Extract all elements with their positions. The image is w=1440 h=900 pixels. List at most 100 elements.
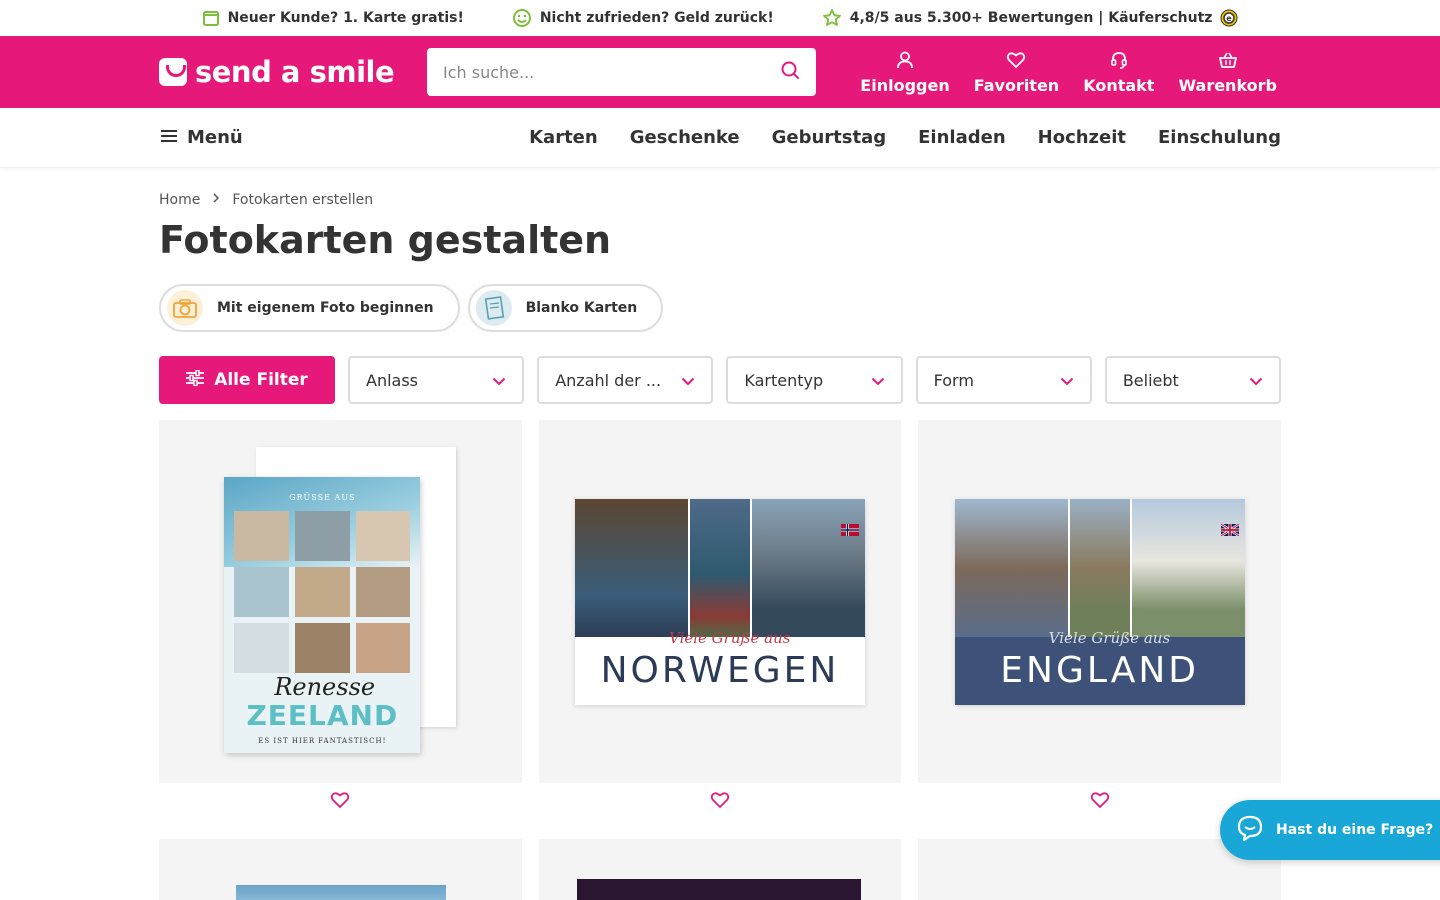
login-label: Einloggen	[860, 75, 950, 95]
basket-icon	[1218, 50, 1238, 74]
card-caption-area: Viele Grüße aus ENGLAND	[954, 629, 1245, 705]
card-photo	[752, 498, 865, 637]
card-headline: ZEELAND	[246, 698, 399, 732]
occasion-select[interactable]: Anlass	[348, 356, 525, 404]
card-photo	[355, 622, 411, 673]
search-input[interactable]	[443, 62, 780, 82]
usp-bar: Neuer Kunde? 1. Karte gratis! Nicht zufr…	[0, 0, 1440, 36]
card-type-select[interactable]: Kartentyp	[726, 356, 903, 404]
product-image[interactable]: GRÜSSE AUS Renesse ZEELAND ES IST HIER F…	[159, 420, 522, 783]
product-card[interactable]: GRÜSSE AUS Renesse ZEELAND ES IST HIER F…	[159, 420, 522, 817]
product-card[interactable]	[538, 839, 902, 900]
usp-money-back: Nicht zufrieden? Geld zurück!	[512, 8, 774, 28]
header-actions: Einloggen Favoriten Kontakt Warenkorb	[860, 50, 1277, 95]
count-select[interactable]: Anzahl der ...	[537, 356, 714, 404]
card-photo	[234, 510, 289, 561]
usp-new-customer-text: Neuer Kunde? 1. Karte gratis!	[227, 10, 464, 26]
filter-bar: Alle Filter Anlass Anzahl der ... Karten…	[159, 356, 1282, 404]
heart-outline-icon[interactable]	[1090, 791, 1110, 817]
nav-links: Karten Geschenke Geburtstag Einladen Hoc…	[529, 127, 1281, 148]
shape-select[interactable]: Form	[915, 356, 1092, 404]
logo[interactable]: send a smile	[159, 55, 427, 89]
start-options: Mit eigenem Foto beginnen Blanko Karten	[159, 284, 1281, 332]
card-photo	[355, 510, 411, 561]
usp-rating: 4,8/5 aus 5.300+ Bewertungen | Käufersch…	[822, 8, 1239, 28]
main-nav: Menü Karten Geschenke Geburtstag Einlade…	[0, 108, 1440, 168]
sort-select[interactable]: Beliebt	[1104, 356, 1282, 404]
chat-widget-button[interactable]: Hast du eine Frage?	[1220, 800, 1440, 860]
product-card[interactable]	[159, 839, 522, 900]
blank-cards-label: Blanko Karten	[525, 300, 638, 316]
product-image[interactable]	[159, 839, 522, 900]
card-preview-england: Viele Grüße aus ENGLAND	[954, 498, 1245, 705]
product-grid-row-2	[159, 839, 1282, 900]
card-script-text: Viele Grüße aus	[669, 628, 791, 647]
all-filters-label: Alle Filter	[214, 370, 308, 390]
all-filters-button[interactable]: Alle Filter	[159, 356, 335, 404]
site-header: send a smile Einloggen Favoriten Kontakt	[0, 36, 1440, 108]
product-image[interactable]: Viele Grüße aus NORWEGEN	[538, 420, 902, 783]
card-preview-norwegen: Viele Grüße aus NORWEGEN	[575, 498, 865, 705]
heart-outline-icon[interactable]	[710, 791, 730, 817]
card-headline: NORWEGEN	[600, 650, 840, 691]
nav-item-einschulung[interactable]: Einschulung	[1158, 127, 1281, 148]
card-script-text: Renesse	[274, 672, 376, 701]
logo-smile-icon	[159, 58, 187, 86]
card-photo-strip	[954, 498, 1245, 637]
search-icon[interactable]	[780, 60, 800, 84]
card-photo	[1131, 498, 1245, 637]
product-card[interactable]: Viele Grüße aus ENGLAND	[918, 420, 1282, 817]
product-image[interactable]	[538, 839, 902, 900]
sliders-icon	[186, 369, 205, 391]
chevron-down-icon	[681, 371, 695, 390]
chevron-down-icon	[1249, 371, 1263, 390]
card-photo	[690, 498, 750, 637]
cart-button[interactable]: Warenkorb	[1178, 50, 1277, 95]
uk-flag-icon	[1220, 521, 1240, 537]
card-script-text: Viele Grüße aus	[1048, 628, 1171, 647]
favorites-button[interactable]: Favoriten	[974, 50, 1059, 95]
login-button[interactable]: Einloggen	[860, 50, 950, 95]
nav-item-hochzeit[interactable]: Hochzeit	[1038, 127, 1126, 148]
card-caption-area: Viele Grüße aus NORWEGEN	[575, 629, 865, 705]
card-photo	[575, 498, 688, 637]
hamburger-icon	[161, 127, 177, 148]
camera-icon	[167, 290, 203, 326]
breadcrumb-current[interactable]: Fotokarten erstellen	[232, 192, 373, 208]
contact-label: Kontakt	[1083, 75, 1155, 95]
card-photo	[355, 566, 411, 617]
card-front: GRÜSSE AUS Renesse ZEELAND ES IST HIER F…	[224, 476, 421, 753]
card-photo	[294, 622, 350, 673]
cart-label: Warenkorb	[1178, 75, 1277, 95]
trusted-shops-icon[interactable]: e	[1220, 9, 1238, 27]
card-photo	[234, 622, 289, 673]
shape-select-value: Form	[933, 370, 974, 390]
card-photo	[294, 566, 350, 617]
contact-button[interactable]: Kontakt	[1083, 50, 1154, 95]
star-icon	[822, 8, 842, 28]
product-card[interactable]: Viele Grüße aus NORWEGEN	[538, 420, 902, 817]
page-title: Fotokarten gestalten	[159, 218, 612, 262]
own-photo-chip[interactable]: Mit eigenem Foto beginnen	[159, 284, 460, 332]
card-preview	[236, 885, 446, 900]
count-select-value: Anzahl der ...	[555, 370, 662, 390]
blank-card-icon	[475, 290, 512, 326]
nav-item-karten[interactable]: Karten	[529, 127, 598, 148]
nav-item-geschenke[interactable]: Geschenke	[630, 127, 740, 148]
headset-icon	[1109, 50, 1129, 74]
usp-new-customer: Neuer Kunde? 1. Karte gratis!	[202, 9, 464, 27]
blank-cards-chip[interactable]: Blanko Karten	[467, 284, 664, 332]
heart-outline-icon[interactable]	[330, 791, 350, 817]
breadcrumb-home[interactable]: Home	[159, 192, 200, 208]
nav-item-geburtstag[interactable]: Geburtstag	[772, 127, 887, 148]
favorite-toggle[interactable]	[159, 791, 522, 817]
nav-item-einladen[interactable]: Einladen	[918, 127, 1006, 148]
favorite-toggle[interactable]	[539, 791, 902, 817]
chevron-right-icon	[212, 192, 220, 208]
card-preview	[576, 879, 861, 900]
menu-button[interactable]: Menü	[161, 127, 243, 148]
product-grid: GRÜSSE AUS Renesse ZEELAND ES IST HIER F…	[159, 420, 1282, 817]
card-photo	[234, 566, 289, 617]
product-image[interactable]: Viele Grüße aus ENGLAND	[918, 420, 1282, 783]
user-icon	[895, 50, 915, 74]
